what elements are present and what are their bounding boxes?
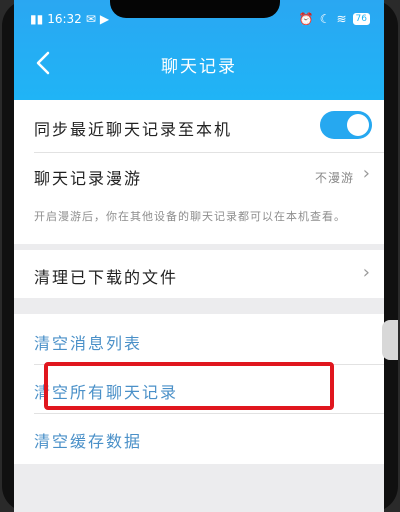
highlight-box	[44, 362, 334, 410]
video-icon: ▶	[99, 12, 110, 26]
dnd-icon: ☾	[319, 12, 331, 26]
sync-row: 同步最近聊天记录至本机	[14, 100, 384, 152]
camera-notch	[110, 0, 280, 18]
alarm-icon: ⏰	[298, 12, 314, 26]
sync-toggle[interactable]	[320, 111, 372, 139]
roaming-label: 聊天记录漫游	[34, 169, 143, 188]
signal-icon: ▮▮	[30, 12, 44, 26]
side-pull-tab[interactable]	[382, 320, 398, 360]
clear-messages-row[interactable]: 清空消息列表	[14, 314, 384, 364]
sync-label: 同步最近聊天记录至本机	[34, 120, 233, 139]
clean-downloads-label: 清理已下载的文件	[34, 268, 179, 287]
status-time: 16:32	[47, 12, 82, 26]
page-title: 聊天记录	[161, 57, 237, 77]
roaming-row[interactable]: 聊天记录漫游 不漫游 ›	[14, 153, 384, 201]
chevron-right-icon: ›	[362, 262, 370, 283]
screen: ▮▮ 16:32 ✉ ▶ ⏰ ☾ ≋ 76 聊天记录 同步最近聊天记录至本机 聊…	[14, 0, 384, 512]
roaming-note: 开启漫游后，你在其他设备的聊天记录都可以在本机查看。	[34, 210, 346, 223]
clear-messages-link: 清空消息列表	[34, 334, 143, 353]
battery-icon: 76	[352, 13, 370, 25]
chevron-right-icon: ›	[362, 163, 370, 184]
clean-downloads-row[interactable]: 清理已下载的文件 ›	[14, 250, 384, 298]
toggle-knob	[347, 114, 369, 136]
roaming-value: 不漫游	[314, 171, 354, 185]
wifi-icon: ≋	[336, 12, 347, 26]
clear-cache-row[interactable]: 清空缓存数据	[14, 414, 384, 464]
notification-icon: ✉	[85, 12, 96, 26]
clear-cache-link: 清空缓存数据	[34, 432, 143, 451]
downloads-card: 清理已下载的文件 ›	[14, 250, 384, 298]
nav-bar: 聊天记录	[14, 44, 384, 84]
